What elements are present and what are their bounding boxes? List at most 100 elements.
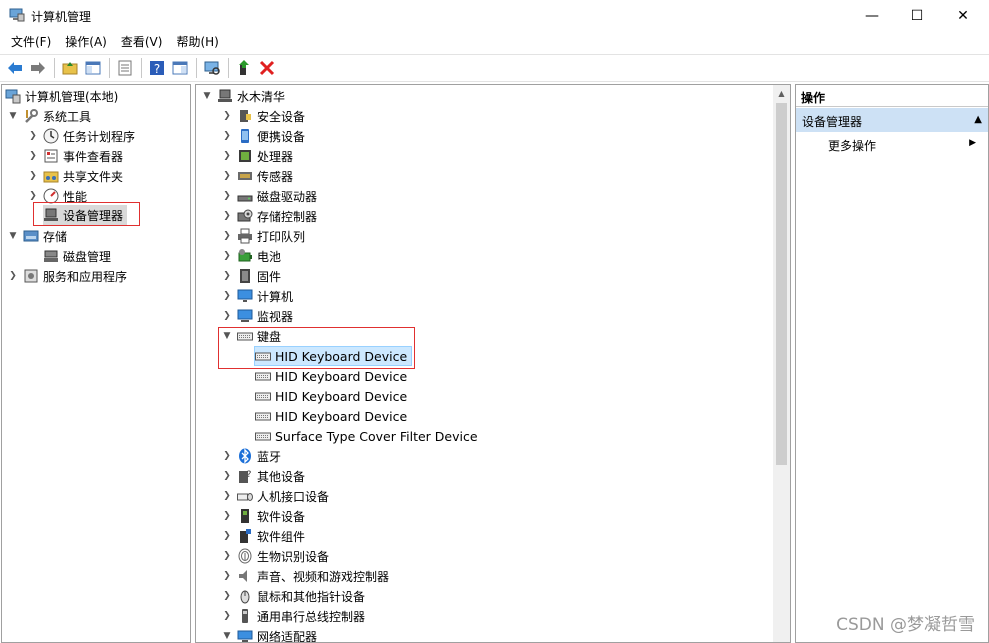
device-category[interactable]: ❯ 蓝牙: [221, 446, 281, 466]
uninstall-red-x-icon[interactable]: [256, 58, 277, 79]
menu-action[interactable]: 操作(A): [58, 31, 114, 54]
device-category[interactable]: ❯ 通用串行总线控制器: [221, 606, 365, 626]
maximize-button[interactable]: ☐: [894, 0, 940, 31]
chevron-right-icon[interactable]: ❯: [221, 450, 233, 462]
device-category-keyboard[interactable]: ▼ 键盘: [221, 326, 281, 346]
forward-arrow-icon[interactable]: [27, 58, 48, 79]
collapse-arrow-icon[interactable]: ▲: [974, 114, 982, 125]
more-actions-item[interactable]: 更多操作: [828, 137, 876, 154]
keyboard-icon: [255, 388, 271, 404]
processor-icon: [237, 148, 253, 164]
software-component-icon: [237, 528, 253, 544]
tree-root[interactable]: 计算机管理(本地): [5, 86, 118, 106]
tree-item-shared-folders[interactable]: ❯ 共享文件夹: [27, 166, 123, 186]
device-category[interactable]: ❯ 处理器: [221, 146, 293, 166]
chevron-right-icon[interactable]: ❯: [221, 250, 233, 262]
close-button[interactable]: ✕: [940, 0, 986, 31]
chevron-right-icon[interactable]: ❯: [221, 610, 233, 622]
keyboard-device-item[interactable]: Surface Type Cover Filter Device: [255, 426, 478, 446]
chevron-right-icon[interactable]: ❯: [221, 570, 233, 582]
device-category[interactable]: ❯ 软件组件: [221, 526, 305, 546]
chevron-right-icon[interactable]: ❯: [221, 530, 233, 542]
device-tree-root[interactable]: ▼ 水木清华: [201, 86, 285, 106]
chevron-down-icon[interactable]: ▼: [7, 110, 19, 122]
scroll-up-arrow-icon[interactable]: ▲: [773, 85, 790, 102]
tree-item-device-manager[interactable]: 设备管理器: [43, 205, 128, 225]
device-category[interactable]: ❯ 人机接口设备: [221, 486, 329, 506]
device-category[interactable]: ❯ 声音、视频和游戏控制器: [221, 566, 389, 586]
chevron-right-icon[interactable]: ❯: [221, 510, 233, 522]
chevron-down-icon[interactable]: ▼: [201, 90, 213, 102]
tree-item-system-tools[interactable]: ▼ 系统工具: [7, 106, 91, 126]
device-category[interactable]: ❯ 电池: [221, 246, 281, 266]
help-icon[interactable]: ?: [146, 58, 167, 79]
tree-item-event-viewer[interactable]: ❯ 事件查看器: [27, 146, 123, 166]
chevron-right-icon[interactable]: ❯: [221, 130, 233, 142]
chevron-right-icon[interactable]: ❯: [221, 210, 233, 222]
device-category[interactable]: ❯ 打印队列: [221, 226, 305, 246]
chevron-right-icon[interactable]: ❯: [221, 270, 233, 282]
device-category[interactable]: ❯ 鼠标和其他指针设备: [221, 586, 365, 606]
chevron-right-icon[interactable]: ❯: [221, 470, 233, 482]
tree-item-storage[interactable]: ▼ 存储: [7, 226, 67, 246]
chevron-right-icon[interactable]: ❯: [221, 550, 233, 562]
keyboard-icon: [255, 408, 271, 424]
folder-up-icon[interactable]: [59, 58, 80, 79]
menu-bar: 文件(F) 操作(A) 查看(V) 帮助(H): [0, 31, 989, 54]
keyboard-device-item[interactable]: HID Keyboard Device: [255, 406, 407, 426]
device-category[interactable]: ▼ 网络适配器: [221, 626, 317, 642]
chevron-right-icon[interactable]: ❯: [221, 490, 233, 502]
menu-help[interactable]: 帮助(H): [169, 31, 225, 54]
chevron-right-icon[interactable]: ❯: [221, 110, 233, 122]
device-category[interactable]: ❯ 生物识别设备: [221, 546, 329, 566]
device-category[interactable]: ❯ 软件设备: [221, 506, 305, 526]
actions-section-device-manager[interactable]: 设备管理器: [796, 108, 988, 132]
properties-icon[interactable]: [114, 58, 135, 79]
menu-file[interactable]: 文件(F): [4, 31, 58, 54]
device-category[interactable]: ❯ ? 其他设备: [221, 466, 305, 486]
chevron-down-icon[interactable]: ▼: [221, 330, 233, 342]
device-category[interactable]: ❯ 固件: [221, 266, 281, 286]
scroll-thumb[interactable]: [776, 103, 787, 465]
chevron-right-icon[interactable]: ❯: [27, 190, 39, 202]
device-manager-icon: [43, 207, 59, 223]
tree-item-services-apps[interactable]: ❯ 服务和应用程序: [7, 266, 127, 286]
back-arrow-icon[interactable]: [4, 58, 25, 79]
chevron-right-icon[interactable]: ❯: [7, 270, 19, 282]
tree-item-performance[interactable]: ❯ 性能: [27, 186, 87, 206]
device-category[interactable]: ❯ 计算机: [221, 286, 293, 306]
chevron-down-icon[interactable]: ▼: [7, 230, 19, 242]
device-category[interactable]: ❯ 安全设备: [221, 106, 305, 126]
show-action-pane-icon[interactable]: [169, 58, 190, 79]
chevron-right-icon[interactable]: ❯: [221, 590, 233, 602]
submenu-arrow-icon[interactable]: ▶: [969, 138, 976, 148]
storage-icon: [23, 228, 39, 244]
keyboard-device-item[interactable]: HID Keyboard Device: [255, 386, 407, 406]
chevron-right-icon[interactable]: ❯: [221, 190, 233, 202]
scan-hardware-icon[interactable]: [201, 58, 222, 79]
chevron-right-icon[interactable]: ❯: [221, 230, 233, 242]
keyboard-device-item[interactable]: HID Keyboard Device: [255, 366, 407, 386]
tree-item-disk-management[interactable]: 磁盘管理: [43, 246, 111, 266]
chevron-right-icon[interactable]: ❯: [221, 170, 233, 182]
update-driver-icon[interactable]: [233, 58, 254, 79]
device-category[interactable]: ❯ 磁盘驱动器: [221, 186, 317, 206]
chevron-down-icon[interactable]: ▼: [221, 630, 233, 642]
device-category[interactable]: ❯ 便携设备: [221, 126, 305, 146]
chevron-right-icon[interactable]: ❯: [221, 310, 233, 322]
chevron-right-icon[interactable]: ❯: [221, 290, 233, 302]
chevron-right-icon[interactable]: ❯: [27, 170, 39, 182]
console-tree-icon[interactable]: [82, 58, 103, 79]
chevron-right-icon[interactable]: ❯: [27, 150, 39, 162]
toolbar-separator: [196, 58, 197, 78]
minimize-button[interactable]: —: [849, 0, 895, 31]
menu-view[interactable]: 查看(V): [114, 31, 170, 54]
chevron-right-icon[interactable]: ❯: [27, 130, 39, 142]
tree-item-task-scheduler[interactable]: ❯ 任务计划程序: [27, 126, 135, 146]
device-category[interactable]: ❯ 监视器: [221, 306, 293, 326]
keyboard-device-item[interactable]: HID Keyboard Device: [254, 346, 413, 366]
device-category[interactable]: ❯ 传感器: [221, 166, 293, 186]
chevron-right-icon[interactable]: ❯: [221, 150, 233, 162]
vertical-scrollbar[interactable]: ▲: [773, 85, 790, 642]
device-category[interactable]: ❯ 存储控制器: [221, 206, 317, 226]
